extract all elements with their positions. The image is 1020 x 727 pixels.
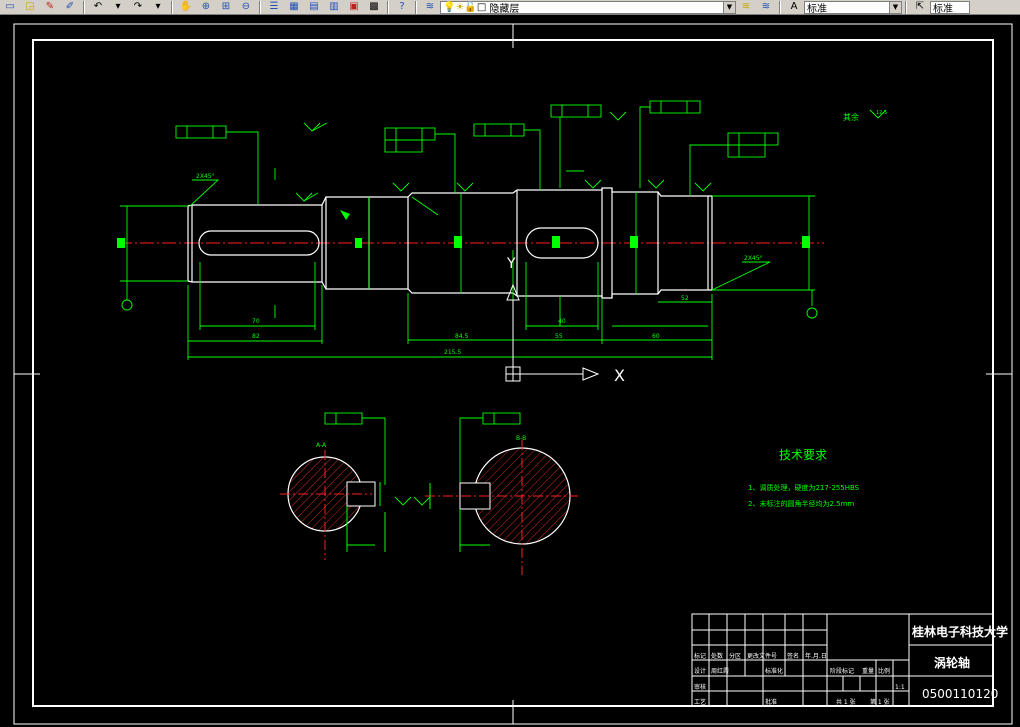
tool-palette-icon[interactable]: ▤	[304, 0, 324, 14]
redo-icon[interactable]: ↷	[128, 0, 148, 14]
bulb-icon: 💡	[443, 1, 456, 13]
toolbar-separator	[905, 0, 907, 14]
tb-designer-name: 周红霞	[711, 667, 729, 675]
tb-engineer: 工艺	[694, 698, 706, 706]
tb-stage: 阶段标记	[830, 667, 854, 675]
drawing-number: 0500110120	[922, 687, 998, 701]
tb-mark: 标记	[694, 652, 706, 660]
drawing-canvas[interactable]: 2X45° 2X45° 215.5 84.5 82 70 60 55 40 52…	[0, 16, 1020, 727]
dim-style-dropdown[interactable]: 标准	[930, 0, 970, 15]
help-icon[interactable]: ?	[392, 0, 412, 14]
tb-change-doc: 更改文件号	[747, 652, 777, 660]
design-center-icon[interactable]: ▦	[284, 0, 304, 14]
text-style-value: 标准	[807, 3, 827, 15]
chevron-down-icon[interactable]: ▼	[889, 1, 901, 13]
tb-sign: 签名	[787, 652, 799, 660]
layer-previous-icon[interactable]: ≋	[756, 0, 776, 14]
open-file-icon[interactable]: ◲	[20, 0, 40, 14]
ucs-x-label: X	[614, 366, 625, 385]
tb-review: 审核	[694, 683, 706, 691]
tb-scale: 1:1	[895, 684, 905, 691]
chevron-down-icon[interactable]: ▼	[723, 1, 735, 13]
zoom-previous-icon[interactable]: ⊖	[236, 0, 256, 14]
tb-designer: 设计	[694, 667, 706, 675]
tech-requirement-2: 2、未标注的圆角半径均为2.5mm	[748, 499, 854, 508]
part-name: 涡轮轴	[934, 655, 970, 670]
text-style-icon[interactable]: A	[784, 0, 804, 14]
undo-dropdown-icon[interactable]: ▾	[108, 0, 128, 14]
toolbar-separator	[83, 0, 85, 14]
section-view-b	[425, 440, 578, 575]
toolbar-separator	[171, 0, 173, 14]
dim-70: 70	[252, 318, 260, 325]
cad-drawing: 2X45° 2X45° 215.5 84.5 82 70 60 55 40 52…	[13, 23, 1013, 725]
lock-icon: 🔓	[464, 1, 477, 13]
color-swatch-icon: □	[476, 1, 487, 13]
tb-count: 处数	[711, 652, 723, 660]
roughness-symbols	[295, 109, 887, 506]
toolbar-separator	[259, 0, 261, 14]
redo-dropdown-icon[interactable]: ▾	[148, 0, 168, 14]
zoom-realtime-icon[interactable]: ⊕	[196, 0, 216, 14]
sheet-set-icon[interactable]: ▥	[324, 0, 344, 14]
pan-hand-icon[interactable]: ✋	[176, 0, 196, 14]
surface-note: 其余	[843, 112, 859, 122]
tb-sheet-total: 共 1 张	[836, 698, 856, 706]
dim-60: 60	[652, 333, 660, 340]
layer-manager-icon[interactable]: ≋	[420, 0, 440, 14]
calculator-icon[interactable]: ▩	[364, 0, 384, 14]
paint-brush-icon[interactable]: ✐	[60, 0, 80, 14]
dim-55: 55	[555, 333, 563, 340]
tb-sheet-no: 第 1 张	[870, 698, 890, 706]
tb-date: 年.月.日	[805, 652, 827, 660]
total-length-dim: 215.5	[444, 349, 461, 356]
dim-82: 82	[252, 333, 260, 340]
make-layer-current-icon[interactable]: ≋	[736, 0, 756, 14]
ucs-icon	[505, 283, 600, 382]
zoom-window-icon[interactable]: ⊞	[216, 0, 236, 14]
tb-weight: 重量	[862, 667, 874, 675]
chamfer-right-label: 2X45°	[744, 255, 763, 262]
tech-requirement-1: 1、调质处理，硬度为217-255HBS	[748, 483, 860, 492]
properties-icon[interactable]: ☰	[264, 0, 284, 14]
undo-icon[interactable]: ↶	[88, 0, 108, 14]
tb-zone: 分区	[729, 652, 741, 660]
ucs-y-label: Y	[506, 256, 516, 272]
dim-40: 40	[558, 318, 566, 325]
surface-roughness: 12.5	[876, 110, 887, 116]
university-name: 桂林电子科技大学	[911, 624, 1008, 639]
layer-name: 隐藏层	[489, 3, 520, 15]
tb-ratio: 比例	[878, 667, 890, 675]
sun-icon: ☀	[455, 1, 465, 13]
dim-style-value: 标准	[933, 3, 953, 15]
dim-52: 52	[681, 295, 689, 302]
tb-approve: 批准	[765, 698, 777, 706]
layer-dropdown[interactable]: 💡 ☀ 🔓 □ 隐藏层 ▼	[440, 0, 736, 15]
text-style-dropdown[interactable]: 标准 ▼	[804, 0, 902, 15]
section-b-label: B-B	[516, 435, 526, 442]
markup-icon[interactable]: ▣	[344, 0, 364, 14]
pencil-icon[interactable]: ✎	[40, 0, 60, 14]
chamfer-left-label: 2X45°	[196, 173, 215, 180]
tech-requirements-title: 技术要求	[779, 448, 827, 462]
dim-84-5: 84.5	[455, 333, 469, 340]
dimension-markers	[117, 210, 810, 248]
main-toolbar: ▭ ◲ ✎ ✐ ↶ ▾ ↷ ▾ ✋ ⊕ ⊞ ⊖ ☰ ▦ ▤ ▥ ▣ ▩ ? ≋ …	[0, 0, 1020, 15]
section-view-a	[280, 450, 386, 560]
tb-std: 标准化	[765, 667, 783, 675]
section-a-label: A-A	[316, 442, 327, 449]
toolbar-separator	[779, 0, 781, 14]
dim-style-icon[interactable]: ⇱	[910, 0, 930, 14]
toolbar-separator	[387, 0, 389, 14]
new-file-icon[interactable]: ▭	[0, 0, 20, 14]
toolbar-separator	[415, 0, 417, 14]
